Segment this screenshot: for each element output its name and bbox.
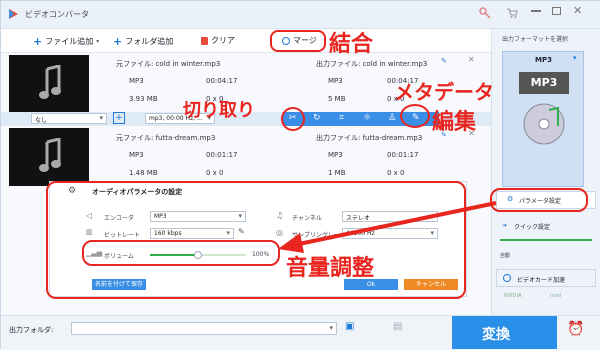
- cut-annotation: 切り取り: [183, 100, 255, 121]
- bottom-bar: 出力フォルダ: ▾ ▣ ▤ 変換 ⏰: [1, 315, 600, 350]
- rotate-icon[interactable]: ↻: [313, 113, 321, 123]
- add-file-button[interactable]: + ファイル追加 ▾: [33, 35, 99, 48]
- add-subtitle-button[interactable]: +: [113, 112, 125, 124]
- effect-icon[interactable]: ☼: [363, 113, 371, 123]
- source-file-label: 元ファイル: cold in winter.mp3: [116, 60, 221, 68]
- format-panel: 出力フォーマットを選択 MP3 ▾ MP3 ⚙ パラメータ設定 ➜ クイック設定…: [491, 29, 600, 315]
- chevron-down-icon: ▾: [329, 324, 333, 332]
- output-duration: 00:01:17: [387, 151, 419, 159]
- output-size: 5 MB: [328, 95, 346, 103]
- cut-highlight: [281, 107, 305, 131]
- add-file-label: ファイル追加: [45, 37, 94, 46]
- merge-highlight: [270, 30, 326, 52]
- music-note-icon: [39, 138, 61, 172]
- mp3-format-icon: MP3: [519, 72, 569, 180]
- maximize-icon[interactable]: [552, 7, 561, 15]
- chevron-down-icon: ▾: [96, 38, 100, 45]
- output-dimensions: 0 x 0: [387, 169, 405, 177]
- subtitle-select[interactable]: なし: [31, 113, 107, 124]
- add-folder-button[interactable]: + フォルダ追加: [113, 35, 173, 48]
- pencil-icon[interactable]: ✎: [441, 57, 447, 65]
- merge-annotation: 結合: [329, 32, 374, 57]
- output-folder-label: 出力フォルダ:: [9, 326, 54, 334]
- toggle-icon: [503, 274, 511, 282]
- clear-label: クリア: [211, 36, 235, 45]
- open-folder-icon[interactable]: ▤: [393, 321, 402, 332]
- trash-icon: [201, 36, 208, 45]
- convert-label: 変換: [482, 327, 510, 343]
- add-folder-label: フォルダ追加: [125, 37, 174, 46]
- key-icon[interactable]: [479, 7, 491, 19]
- quick-settings-icon: ➜: [502, 222, 508, 229]
- file-format: MP3: [129, 151, 144, 159]
- quick-settings-label: クイック設定: [514, 224, 551, 231]
- close-icon[interactable]: ✕: [573, 4, 582, 17]
- plus-icon: +: [113, 35, 123, 48]
- alarm-clock-icon[interactable]: ⏰: [567, 321, 584, 337]
- file-size: 3.93 MB: [129, 95, 158, 103]
- source-file-label: 元ファイル: futta-dream.mp3: [116, 134, 216, 142]
- file-duration: 00:04:17: [206, 77, 238, 85]
- output-file-label: 出力ファイル: futta-dream.mp3: [316, 134, 423, 142]
- main-toolbar: + ファイル追加 ▾ + フォルダ追加 クリア マージ: [1, 29, 491, 53]
- gpu-accel-toggle[interactable]: ビデオカード加速: [496, 269, 596, 287]
- edit-annotation: 編集: [432, 110, 477, 135]
- output-format-label: 出力フォーマットを選択: [502, 36, 569, 43]
- auto-label: 自動: [500, 253, 511, 259]
- volume-highlight: [82, 240, 280, 266]
- clear-button[interactable]: クリア: [201, 35, 235, 46]
- mp3-badge: MP3: [519, 72, 569, 94]
- nvidia-badge: NVIDIA: [504, 293, 522, 299]
- crop-icon[interactable]: ⌗: [339, 113, 344, 123]
- browse-folder-icon[interactable]: ▣: [345, 321, 354, 332]
- subtitle-select-value: なし: [35, 117, 48, 124]
- convert-button[interactable]: 変換: [452, 316, 557, 349]
- output-size: 1 MB: [328, 169, 346, 177]
- app-logo-icon: [7, 8, 19, 20]
- output-folder-input[interactable]: ▾: [71, 322, 337, 335]
- plus-icon: +: [33, 35, 43, 48]
- format-name: MP3: [535, 56, 552, 64]
- window-title: ビデオコンバータ: [25, 10, 89, 19]
- watermark-icon[interactable]: ♙: [388, 113, 396, 123]
- minimize-icon[interactable]: [531, 10, 541, 12]
- quick-settings-slider[interactable]: [500, 239, 592, 241]
- pointer-arrow: [278, 201, 497, 253]
- output-file-label: 出力ファイル: cold in winter.mp3: [316, 60, 428, 68]
- chevron-down-icon: ▾: [573, 54, 577, 62]
- format-card[interactable]: MP3 ▾ MP3: [502, 51, 584, 187]
- file-format: MP3: [129, 77, 144, 85]
- title-bar: ビデオコンバータ ✕: [1, 1, 600, 29]
- output-format: MP3: [328, 77, 343, 85]
- file-thumbnail[interactable]: [9, 128, 89, 186]
- cart-icon[interactable]: [506, 7, 518, 19]
- file-size: 1.48 MB: [129, 169, 158, 177]
- gpu-label: ビデオカード加速: [517, 277, 566, 284]
- metadata-highlight: [400, 104, 430, 128]
- output-format: MP3: [328, 151, 343, 159]
- music-note-icon: [39, 65, 61, 99]
- file-thumbnail[interactable]: [9, 55, 89, 113]
- intel-badge: Intel: [550, 293, 562, 299]
- close-icon[interactable]: ✕: [468, 55, 475, 64]
- metadata-annotation: メタデータ: [394, 80, 494, 104]
- param-settings-highlight: [490, 188, 588, 212]
- file-duration: 00:01:17: [206, 151, 238, 159]
- file-dimensions: 0 x 0: [206, 169, 224, 177]
